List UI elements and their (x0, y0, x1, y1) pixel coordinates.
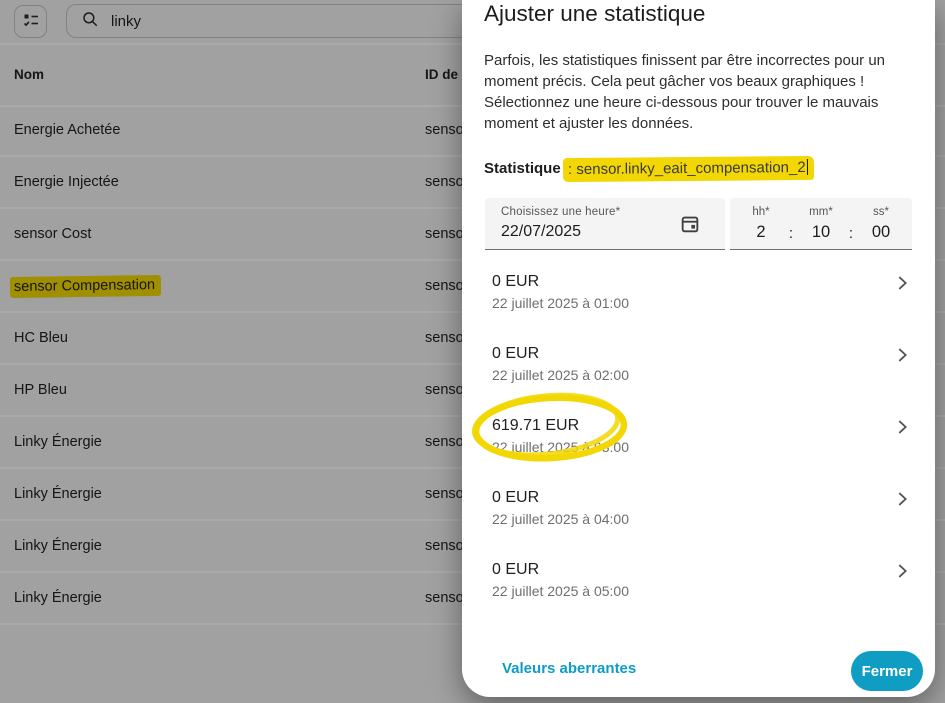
minutes-input[interactable]: mm* 10 (798, 198, 844, 249)
statistic-list-item-circled[interactable]: 619.71 EUR 22 juillet 2025 à 03:00 (462, 412, 935, 484)
seconds-value[interactable]: 00 (858, 223, 904, 242)
statistic-list-item[interactable]: 0 EUR 22 juillet 2025 à 01:00 (462, 268, 935, 340)
chevron-right-icon (891, 488, 913, 515)
screen: Nom ID de la Energie Achetée sensor Ener… (0, 0, 945, 703)
item-value: 0 EUR (492, 345, 539, 363)
dialog-title: Ajuster une statistique (484, 1, 705, 27)
item-value: 0 EUR (492, 561, 539, 579)
chevron-right-icon (891, 272, 913, 299)
adjust-statistic-dialog: Ajuster une statistique Parfois, les sta… (462, 0, 935, 697)
item-datetime: 22 juillet 2025 à 02:00 (492, 367, 629, 383)
statistic-id-value: sensor.linky_eait_compensation_2 (576, 159, 805, 178)
statistic-line: Statistique: sensor.linky_eait_compensat… (484, 157, 814, 181)
hours-input[interactable]: hh* 2 (738, 198, 784, 249)
statistic-separator: : (568, 161, 572, 178)
minutes-value[interactable]: 10 (798, 223, 844, 242)
statistic-label: Statistique (484, 160, 561, 177)
hours-label: hh* (738, 206, 784, 218)
text-caret (806, 159, 808, 175)
chevron-right-icon (891, 344, 913, 371)
seconds-label: ss* (858, 206, 904, 218)
item-datetime: 22 juillet 2025 à 04:00 (492, 511, 629, 527)
statistic-id-highlight-annotation: : sensor.linky_eait_compensation_2 (563, 156, 814, 182)
calendar-icon[interactable] (679, 213, 701, 240)
time-separator: : (784, 198, 798, 249)
chevron-right-icon (891, 560, 913, 587)
statistic-list-item[interactable]: 0 EUR 22 juillet 2025 à 04:00 (462, 484, 935, 556)
statistic-list-item[interactable]: 0 EUR 22 juillet 2025 à 05:00 (462, 556, 935, 628)
close-button[interactable]: Fermer (851, 651, 923, 691)
chevron-right-icon (891, 416, 913, 443)
item-datetime: 22 juillet 2025 à 03:00 (492, 439, 629, 455)
item-value: 0 EUR (492, 273, 539, 291)
item-value: 0 EUR (492, 489, 539, 507)
item-value: 619.71 EUR (492, 417, 579, 435)
outliers-button[interactable]: Valeurs aberrantes (502, 660, 636, 677)
seconds-input[interactable]: ss* 00 (858, 198, 904, 249)
time-separator: : (844, 198, 858, 249)
minutes-label: mm* (798, 206, 844, 218)
statistic-values-list: 0 EUR 22 juillet 2025 à 01:00 0 EUR 22 j… (462, 268, 935, 628)
statistic-list-item[interactable]: 0 EUR 22 juillet 2025 à 02:00 (462, 340, 935, 412)
item-datetime: 22 juillet 2025 à 05:00 (492, 583, 629, 599)
date-picker-field[interactable]: Choisissez une heure* 22/07/2025 (485, 198, 725, 250)
date-picker-label: Choisissez une heure* (501, 206, 620, 218)
dialog-description: Parfois, les statistiques finissent par … (484, 50, 912, 134)
time-picker-field: hh* 2 : mm* 10 : ss* 00 (730, 198, 912, 250)
item-datetime: 22 juillet 2025 à 01:00 (492, 295, 629, 311)
hours-value[interactable]: 2 (738, 223, 784, 242)
date-picker-value: 22/07/2025 (501, 223, 581, 241)
